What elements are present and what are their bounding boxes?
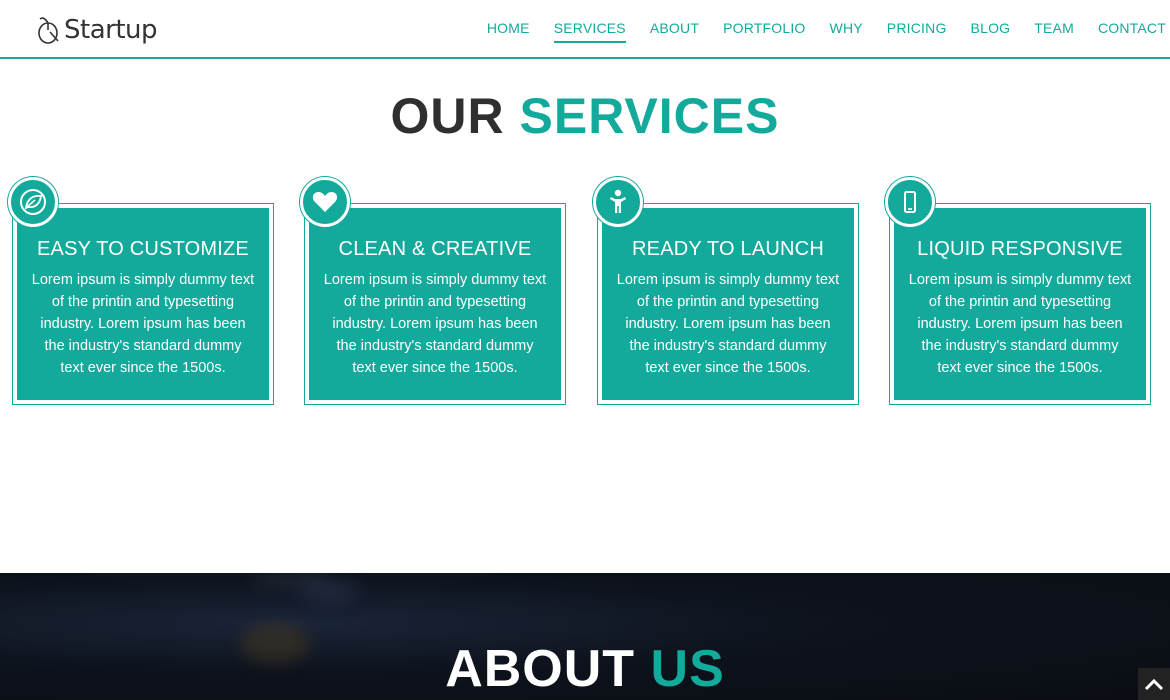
nav-about[interactable]: ABOUT: [650, 20, 699, 43]
services-section: OUR SERVICES EASY TO CUSTOMIZE Lorem ips…: [0, 59, 1170, 573]
service-card-title: READY TO LAUNCH: [632, 238, 824, 260]
service-card-body: READY TO LAUNCH Lorem ipsum is simply du…: [602, 208, 854, 400]
nav-pricing[interactable]: PRICING: [887, 20, 947, 43]
chevron-up-icon: [1144, 678, 1164, 691]
leaf-icon: [8, 177, 58, 227]
service-card: READY TO LAUNCH Lorem ipsum is simply du…: [593, 177, 859, 405]
site-header: Startup HOME SERVICES ABOUT PORTFOLIO WH…: [0, 0, 1170, 59]
mouse-logo-icon: [38, 17, 59, 44]
mobile-icon: [885, 177, 935, 227]
about-title-dark: ABOUT: [445, 640, 636, 698]
service-card-body: CLEAN & CREATIVE Lorem ipsum is simply d…: [309, 208, 561, 400]
service-card: LIQUID RESPONSIVE Lorem ipsum is simply …: [885, 177, 1151, 405]
heart-icon: [300, 177, 350, 227]
scroll-to-top-button[interactable]: [1138, 668, 1170, 700]
service-card-body: LIQUID RESPONSIVE Lorem ipsum is simply …: [894, 208, 1146, 400]
service-card-title: LIQUID RESPONSIVE: [917, 238, 1123, 260]
main-nav: HOME SERVICES ABOUT PORTFOLIO WHY PRICIN…: [463, 20, 1166, 43]
nav-contact[interactable]: CONTACT: [1098, 20, 1166, 43]
service-card-text: Lorem ipsum is simply dummy text of the …: [31, 272, 255, 376]
nav-team[interactable]: TEAM: [1034, 20, 1074, 43]
nav-home[interactable]: HOME: [487, 20, 530, 43]
person-icon: [593, 177, 643, 227]
service-card-title: EASY TO CUSTOMIZE: [37, 238, 249, 260]
services-title-accent: SERVICES: [519, 88, 780, 144]
logo[interactable]: Startup: [36, 14, 158, 46]
service-card-text: Lorem ipsum is simply dummy text of the …: [908, 272, 1132, 376]
logo-text: Startup: [64, 15, 158, 45]
services-title-dark: OUR: [390, 88, 505, 144]
nav-blog[interactable]: BLOG: [971, 20, 1011, 43]
service-card-title: CLEAN & CREATIVE: [338, 238, 532, 260]
services-title: OUR SERVICES: [0, 87, 1170, 145]
background-bokeh: [250, 573, 330, 585]
service-card-text: Lorem ipsum is simply dummy text of the …: [616, 272, 840, 376]
service-card-text: Lorem ipsum is simply dummy text of the …: [323, 272, 547, 376]
about-section: ABOUT US: [0, 573, 1170, 700]
service-card: EASY TO CUSTOMIZE Lorem ipsum is simply …: [8, 177, 274, 405]
service-card: CLEAN & CREATIVE Lorem ipsum is simply d…: [300, 177, 566, 405]
nav-services[interactable]: SERVICES: [553, 20, 626, 43]
nav-portfolio[interactable]: PORTFOLIO: [723, 20, 805, 43]
nav-why[interactable]: WHY: [830, 20, 863, 43]
service-card-body: EASY TO CUSTOMIZE Lorem ipsum is simply …: [17, 208, 269, 400]
about-title: ABOUT US: [0, 639, 1170, 699]
about-title-accent: US: [650, 640, 725, 698]
